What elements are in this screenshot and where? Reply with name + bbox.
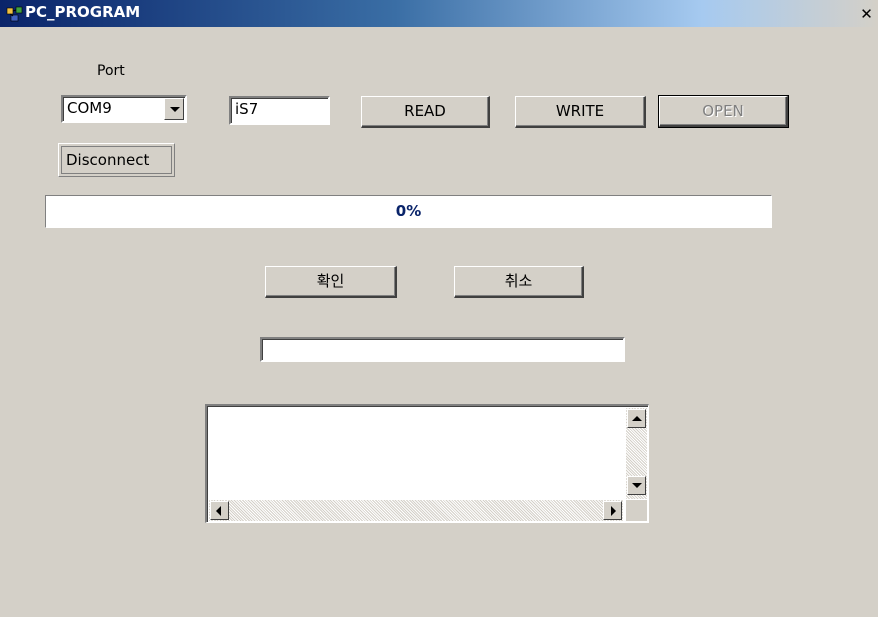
open-button[interactable]: OPEN <box>658 95 789 128</box>
scroll-down-icon[interactable] <box>627 476 646 495</box>
progress-bar: 0% <box>45 195 772 228</box>
connection-status-text: Disconnect <box>66 151 150 169</box>
read-button[interactable]: READ <box>361 96 490 128</box>
cancel-button[interactable]: 취소 <box>454 266 584 298</box>
title-bar[interactable]: PC_PROGRAM <box>0 0 878 27</box>
pc-program-window: PC_PROGRAM ✕ Port COM9 iS7 READ WRITE OP… <box>0 0 878 617</box>
app-icon <box>6 5 24 23</box>
model-input[interactable]: iS7 <box>229 96 330 125</box>
log-textbox[interactable] <box>205 404 649 523</box>
scrollbar-corner <box>626 500 647 521</box>
vertical-scrollbar[interactable] <box>626 408 647 499</box>
progress-percent-text: 0% <box>395 202 422 220</box>
scroll-left-icon[interactable] <box>210 501 229 520</box>
model-input-value: iS7 <box>235 100 259 118</box>
port-selected-value: COM9 <box>67 99 112 117</box>
message-input[interactable] <box>260 337 625 362</box>
confirm-button[interactable]: 확인 <box>265 266 397 298</box>
port-label: Port <box>97 63 125 79</box>
port-combobox[interactable]: COM9 <box>61 95 187 123</box>
window-title: PC_PROGRAM <box>25 3 141 21</box>
scroll-up-icon[interactable] <box>627 409 646 428</box>
scroll-right-icon[interactable] <box>603 501 622 520</box>
connection-status-box: Disconnect <box>58 143 175 177</box>
close-icon[interactable]: ✕ <box>858 6 875 22</box>
horizontal-scrollbar[interactable] <box>209 500 623 521</box>
chevron-down-icon[interactable] <box>164 98 184 120</box>
write-button[interactable]: WRITE <box>515 96 646 128</box>
